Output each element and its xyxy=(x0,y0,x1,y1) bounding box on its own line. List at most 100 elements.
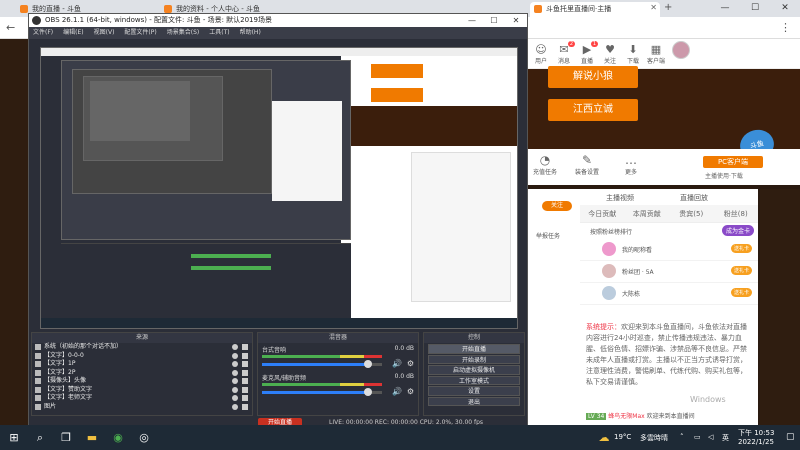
menu-profile[interactable]: 配置文件(P) xyxy=(124,27,156,39)
nested-site xyxy=(341,56,517,328)
start-virtual-cam-button[interactable]: 启动虚拟摄像机 xyxy=(428,365,520,375)
stream-button-2[interactable]: 江西立诚 xyxy=(548,99,638,121)
more-menu-icon[interactable]: ⋮ xyxy=(780,21,791,34)
volume-icon[interactable]: ◁ xyxy=(708,433,713,441)
obs-docks: 来源 系统（初始的那个对话不加） 【文字】0-0-0 【文字】1P 【文字】2P… xyxy=(29,332,527,416)
page-bg-right xyxy=(760,189,800,425)
maximize-button[interactable]: ☐ xyxy=(740,0,770,17)
close-tab-icon[interactable]: ✕ xyxy=(650,3,657,12)
nested-capture-5 xyxy=(90,81,190,141)
close-button[interactable]: ✕ xyxy=(770,0,800,17)
windows-start-icon[interactable]: ⊞ xyxy=(6,430,22,446)
settings-tool[interactable]: ✎ 装备设置 xyxy=(575,153,599,176)
source-item[interactable]: 【文字】1P xyxy=(32,360,252,369)
system-message: 系统提示：欢迎来到本斗鱼直播间，斗鱼依法对直播内容进行24小时巡查，禁止传播违规… xyxy=(586,323,747,386)
menu-file[interactable]: 文件(F) xyxy=(33,27,53,39)
volume-slider[interactable] xyxy=(262,360,382,368)
menu-help[interactable]: 帮助(H) xyxy=(240,27,261,39)
tab-fans[interactable]: 粉丝(8) xyxy=(714,205,759,222)
clock-date[interactable]: 2022/1/25 xyxy=(738,438,774,446)
text-icon xyxy=(35,369,41,376)
chrome-icon[interactable]: ◉ xyxy=(110,430,126,446)
menu-edit[interactable]: 编辑(E) xyxy=(63,27,83,39)
pc-client-button[interactable]: PC客户端 xyxy=(703,156,763,168)
lock-icon xyxy=(242,378,248,384)
gear-icon[interactable]: ⚙ xyxy=(407,359,414,368)
menu-tools[interactable]: 工具(T) xyxy=(209,27,229,39)
ime-indicator[interactable]: 英 xyxy=(722,433,729,443)
welcome-user[interactable]: 蜂鸟无限Max xyxy=(608,413,644,420)
volume-meter xyxy=(262,383,382,386)
gear-icon[interactable]: ⚙ xyxy=(407,387,414,396)
close-button[interactable]: ✕ xyxy=(505,14,527,27)
maximize-button[interactable]: ☐ xyxy=(483,14,505,27)
settings-button[interactable]: 设置 xyxy=(428,386,520,396)
minimize-button[interactable]: — xyxy=(710,0,740,17)
speaker-icon[interactable]: 🔊 xyxy=(392,359,402,368)
header-download-icon[interactable]: ⬇ 下载 xyxy=(622,43,644,65)
tray-arrow-icon[interactable]: ˄ xyxy=(680,433,684,441)
stream-button-1[interactable]: 解说小狼 xyxy=(548,66,638,88)
start-recording-button[interactable]: 开始录制 xyxy=(428,354,520,364)
controls-dock: 控制 开始直播 开始录制 启动虚拟摄像机 工作室模式 设置 退出 xyxy=(423,332,525,416)
tab-week[interactable]: 本周贡献 xyxy=(625,205,670,222)
nested-capture-1 xyxy=(40,47,518,329)
eye-icon xyxy=(232,361,238,367)
follow-button[interactable]: 关注 xyxy=(542,201,572,211)
speaker-icon[interactable]: 🔊 xyxy=(392,387,402,396)
notification-icon[interactable]: ▢ xyxy=(786,432,795,442)
obs-preview[interactable] xyxy=(40,47,518,329)
source-item[interactable]: 图片 xyxy=(32,403,252,412)
tab-label: 我的资料 - 个人中心 - 斗鱼 xyxy=(176,5,260,13)
client-download-text[interactable]: 主播使用·下载 xyxy=(705,171,743,180)
source-item[interactable]: 【文字】赞助文字 xyxy=(32,386,252,395)
report-button[interactable]: 举报任务 xyxy=(536,231,560,240)
source-item[interactable]: 系统（初始的那个对话不加） xyxy=(32,343,252,352)
volume-slider[interactable] xyxy=(262,388,382,396)
camera-icon xyxy=(35,378,41,384)
controls-title: 控制 xyxy=(424,333,524,343)
list-item: 粉丝团 · 5A 送礼卡 xyxy=(580,261,758,283)
obs-app-icon[interactable]: ◎ xyxy=(136,430,152,446)
header-user-icon[interactable]: ☺ 用户 xyxy=(530,43,552,65)
source-item[interactable]: 【文字】2P xyxy=(32,369,252,378)
network-icon[interactable]: ▭ xyxy=(694,433,701,441)
mixer-dock: 混音器 台式音响 0.0 dB 🔊 ⚙ 麦克风/辅助音频 0.0 dB 🔊 ⚙ xyxy=(257,332,419,416)
source-item[interactable]: 【文字】0-0-0 xyxy=(32,352,252,361)
slider-knob xyxy=(363,360,372,368)
recharge-tool[interactable]: ◔ 充值任务 xyxy=(533,153,557,176)
tab-vip[interactable]: 贵宾(5) xyxy=(669,205,714,222)
more-tool[interactable]: … 更多 xyxy=(625,153,637,176)
file-explorer-icon[interactable]: ▬ xyxy=(84,430,100,446)
temperature-text: 19°C xyxy=(614,433,632,441)
obs-menubar: 文件(F) 编辑(E) 视图(V) 配置文件(P) 场景集合(S) 工具(T) … xyxy=(29,27,527,39)
header-client-icon[interactable]: ▦ 客户端 xyxy=(645,43,667,65)
minimize-button[interactable]: — xyxy=(461,14,483,27)
header-follow-icon[interactable]: ♥ 关注 xyxy=(599,43,621,65)
tab-label: 我的直播 - 斗鱼 xyxy=(32,5,81,13)
back-arrow-icon[interactable]: ← xyxy=(6,21,15,34)
start-streaming-button[interactable]: 开始直播 xyxy=(428,344,520,354)
nested-capture-4 xyxy=(83,76,223,161)
menu-view[interactable]: 视图(V) xyxy=(94,27,115,39)
exit-button[interactable]: 退出 xyxy=(428,396,520,406)
source-item[interactable]: 【摄像头】头像 xyxy=(32,377,252,386)
task-view-icon[interactable]: ❐ xyxy=(58,430,74,446)
tab-replay[interactable]: 直播回放 xyxy=(680,193,708,203)
rank-gold-button[interactable]: 成为金卡 xyxy=(721,225,754,236)
weather-text: 多雲時晴 xyxy=(640,434,668,442)
tab-today[interactable]: 今日贡献 xyxy=(580,205,625,222)
tab-anchor-video[interactable]: 主播视频 xyxy=(606,193,634,203)
clock-time[interactable]: 下午 10:53 xyxy=(738,428,774,438)
menu-scene-collection[interactable]: 场景集合(S) xyxy=(167,27,200,39)
header-live-icon[interactable]: ▶ 直播 1 xyxy=(576,41,598,65)
studio-mode-button[interactable]: 工作室模式 xyxy=(428,375,520,385)
header-message-icon[interactable]: ✉ 消息 2 xyxy=(553,41,575,65)
search-icon[interactable]: ⌕ xyxy=(32,430,48,446)
browser-tab-3[interactable]: 斗鱼托里直播间·主播 ✕ xyxy=(530,2,660,17)
new-tab-button[interactable]: + xyxy=(664,2,672,13)
source-item[interactable]: 【文字】老师文字 xyxy=(32,394,252,403)
avatar xyxy=(602,242,616,256)
lock-icon xyxy=(242,403,248,410)
avatar[interactable] xyxy=(672,41,690,59)
